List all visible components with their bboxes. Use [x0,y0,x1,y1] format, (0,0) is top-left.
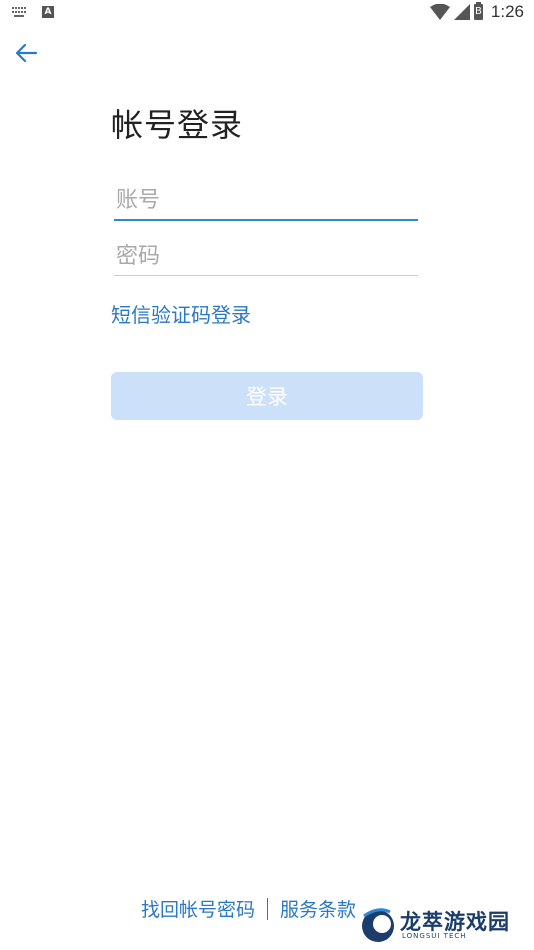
password-field [114,244,422,276]
sms-login-link[interactable]: 短信验证码登录 [111,299,251,328]
battery-label: B [474,6,482,17]
signal-icon [453,4,470,20]
status-time: 1:26 [490,2,524,21]
footer-divider [267,897,269,920]
back-button[interactable] [12,38,42,68]
footer-links: 找回帐号密码 服务条款 [141,895,356,922]
battery-icon: B [473,2,483,20]
page-title: 帐号登录 [111,106,244,144]
password-input[interactable] [114,244,422,275]
account-input[interactable] [114,188,422,219]
watermark: 龙萃游戏园 LONGSUI TECH [358,902,534,948]
watermark-logo-icon [362,908,394,942]
arrow-left-icon [15,43,38,63]
keyboard-icon [12,7,28,17]
accessibility-a-icon: A [42,6,54,18]
status-bar: A B 1:26 [0,0,534,28]
watermark-subtext: LONGSUI TECH [402,932,467,940]
login-button[interactable]: 登录 [111,372,423,420]
recover-account-link[interactable]: 找回帐号密码 [141,895,255,922]
terms-of-service-link[interactable]: 服务条款 [280,895,356,922]
wifi-icon [429,4,450,20]
account-field [114,188,422,221]
